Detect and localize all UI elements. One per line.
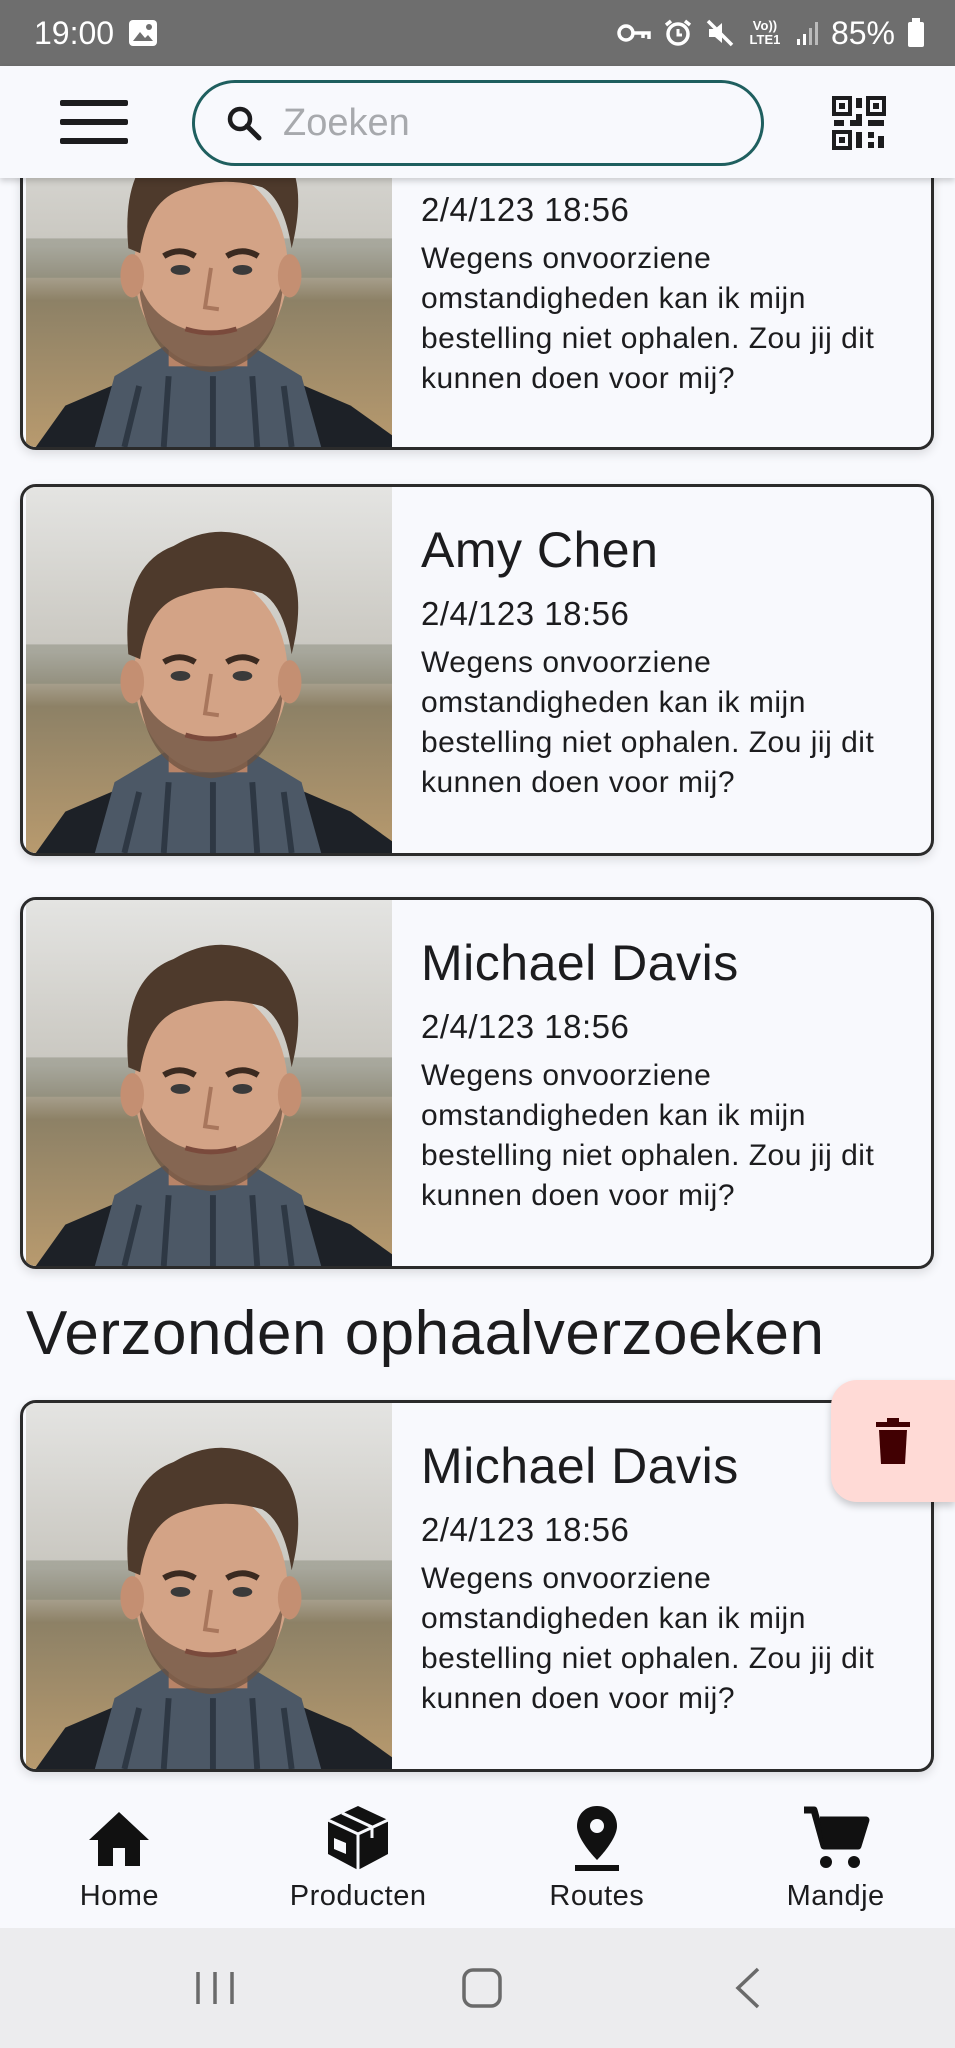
search-bar[interactable]	[192, 80, 764, 166]
nav-label: Routes	[549, 1880, 645, 1912]
sent-requests-heading: Verzonden ophaalverzoeken	[26, 1299, 825, 1368]
profile-photo	[23, 178, 395, 447]
package-icon	[327, 1806, 389, 1870]
home-outline-icon[interactable]	[462, 1928, 502, 2048]
sent-request-card[interactable]: Michael Davis 2/4/123 18:56 Wegens onvoo…	[20, 1400, 934, 1772]
profile-photo	[23, 1403, 395, 1769]
request-sender-name: Michael Davis	[421, 935, 739, 991]
request-date: 2/4/123 18:56	[421, 595, 630, 632]
request-date: 2/4/123 18:56	[421, 1008, 630, 1045]
signal-icon	[795, 19, 819, 47]
battery-icon	[907, 18, 925, 48]
battery-percent: 85%	[830, 14, 895, 51]
cart-icon	[803, 1806, 870, 1868]
home-icon	[89, 1812, 150, 1866]
network-text: Vo)) LTE1	[749, 18, 781, 47]
request-date: 2/4/123 18:56	[421, 1511, 630, 1548]
bottom-navigation: Home Producten Routes Mandje	[0, 1792, 955, 1928]
search-icon	[225, 104, 263, 142]
system-navigation-bar	[0, 1928, 955, 2048]
request-date: 2/4/123 18:56	[421, 191, 630, 228]
profile-photo	[23, 487, 395, 853]
request-sender-name: Amy Chen	[421, 522, 659, 578]
request-card[interactable]: 2/4/123 18:56 Wegens onvoorziene omstand…	[20, 178, 934, 450]
trash-icon	[876, 1418, 910, 1464]
menu-icon[interactable]	[60, 100, 128, 146]
status-time: 19:00	[34, 14, 115, 51]
mute-icon	[705, 18, 735, 48]
nav-routes[interactable]: Routes	[478, 1792, 717, 1928]
network-type-label: Vo)) LTE1	[747, 19, 783, 47]
back-icon[interactable]	[734, 1928, 762, 2048]
profile-photo	[23, 900, 395, 1266]
recents-icon[interactable]	[194, 1928, 236, 2048]
nav-cart[interactable]: Mandje	[716, 1792, 955, 1928]
request-message: Wegens onvoorziene omstandigheden kan ik…	[421, 646, 875, 799]
alarm-icon	[663, 18, 693, 48]
search-input[interactable]	[283, 101, 723, 145]
nav-label: Producten	[289, 1880, 427, 1912]
app-bar	[0, 66, 955, 178]
nav-home[interactable]: Home	[0, 1792, 239, 1928]
request-message: Wegens onvoorziene omstandigheden kan ik…	[421, 1562, 875, 1715]
nav-label: Home	[79, 1880, 160, 1912]
nav-products[interactable]: Producten	[239, 1792, 478, 1928]
nav-label: Mandje	[786, 1880, 885, 1912]
request-list[interactable]: 2/4/123 18:56 Wegens onvoorziene omstand…	[0, 178, 955, 1792]
location-pin-icon	[574, 1806, 619, 1871]
delete-button[interactable]	[831, 1380, 955, 1502]
request-message: Wegens onvoorziene omstandigheden kan ik…	[421, 242, 875, 395]
qr-scanner-icon[interactable]	[832, 96, 886, 150]
request-message: Wegens onvoorziene omstandigheden kan ik…	[421, 1059, 875, 1212]
request-card[interactable]: Amy Chen 2/4/123 18:56 Wegens onvoorzien…	[20, 484, 934, 856]
status-bar: 19:00 Vo)) LTE1 85%	[0, 0, 955, 66]
key-icon	[617, 22, 651, 44]
gallery-icon	[128, 19, 158, 47]
request-card[interactable]: Michael Davis 2/4/123 18:56 Wegens onvoo…	[20, 897, 934, 1269]
